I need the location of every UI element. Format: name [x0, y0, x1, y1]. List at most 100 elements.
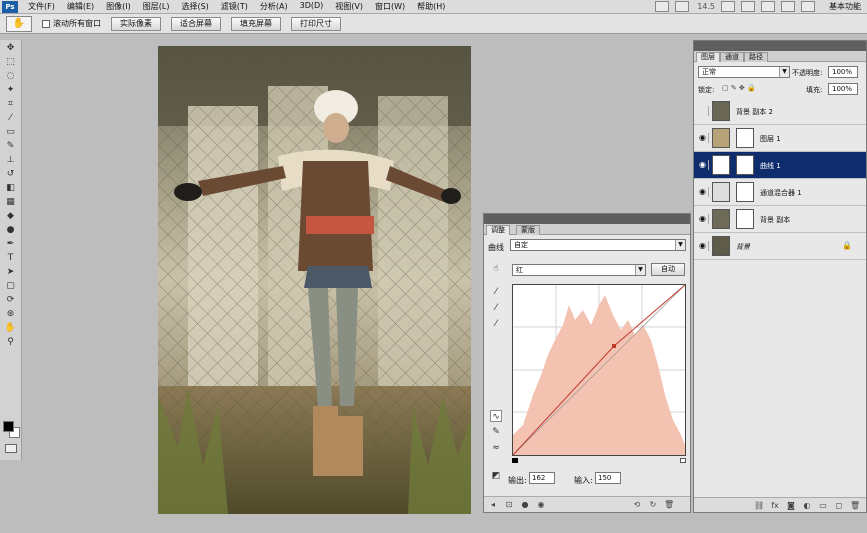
move-tool-icon[interactable]: ✥: [4, 43, 18, 54]
zoom-level[interactable]: 14.5: [697, 2, 715, 11]
white-slider[interactable]: [680, 458, 686, 463]
curves-graph[interactable]: [512, 284, 686, 456]
marquee-tool-icon[interactable]: ⬚: [4, 57, 18, 68]
visibility-empty-icon[interactable]: [697, 106, 709, 116]
dodge-tool-icon[interactable]: ●: [4, 225, 18, 236]
menu-view[interactable]: 视图(V): [335, 1, 363, 12]
smooth-curve-icon[interactable]: ≈: [490, 442, 502, 454]
output-field[interactable]: 162: [529, 472, 555, 484]
preset-select[interactable]: 自定 ▼: [510, 239, 686, 251]
delete-icon[interactable]: 🗑: [664, 500, 674, 509]
pen-tool-icon[interactable]: ✒: [4, 239, 18, 250]
quick-mask-icon[interactable]: [5, 444, 17, 453]
layer-row-selected[interactable]: ◉ 曲线 1: [694, 152, 866, 179]
zoom-tool-icon[interactable]: ⚲: [4, 337, 18, 348]
expand-view-icon[interactable]: ⊡: [504, 500, 514, 509]
foreground-color-swatch[interactable]: [3, 421, 14, 432]
fit-screen-button[interactable]: 适合屏幕: [171, 16, 221, 31]
lasso-tool-icon[interactable]: ◌: [4, 71, 18, 82]
new-layer-icon[interactable]: ◻: [834, 501, 844, 510]
shape-tool-icon[interactable]: ▢: [4, 281, 18, 292]
curve-control-point[interactable]: [612, 344, 616, 348]
blur-tool-icon[interactable]: ◆: [4, 211, 18, 222]
menu-file[interactable]: 文件(F): [28, 1, 55, 12]
lock-options-icon[interactable]: ▢ ✎ ✥ 🔒: [722, 84, 756, 92]
hand-tool-icon[interactable]: [721, 1, 735, 12]
menu-image[interactable]: 图像(I): [106, 1, 131, 12]
path-select-tool-icon[interactable]: ➤: [4, 267, 18, 278]
zoom-tool-icon[interactable]: [741, 1, 755, 12]
black-slider[interactable]: [512, 458, 518, 463]
type-tool-icon[interactable]: T: [4, 253, 18, 264]
workspace-switcher[interactable]: 基本功能: [829, 1, 861, 12]
hand-tool-preset[interactable]: ✋: [6, 15, 32, 32]
fill-field[interactable]: 100%: [828, 83, 858, 95]
scroll-all-windows-checkbox[interactable]: 滚动所有窗口: [42, 18, 101, 29]
eye-icon[interactable]: ◉: [697, 214, 709, 224]
curve-edit-icon[interactable]: ∿: [490, 410, 502, 422]
crop-tool-icon[interactable]: ⌗: [4, 99, 18, 110]
blend-mode-select[interactable]: 正常 ▼: [698, 66, 790, 78]
eye-icon[interactable]: ◉: [697, 160, 709, 170]
arrange-documents-icon[interactable]: [781, 1, 795, 12]
eye-icon[interactable]: ◉: [697, 187, 709, 197]
new-adjustment-icon[interactable]: ◐: [802, 501, 812, 510]
magic-wand-tool-icon[interactable]: ✦: [4, 85, 18, 96]
pencil-draw-icon[interactable]: ✎: [490, 426, 502, 438]
menu-3d[interactable]: 3D(D): [300, 1, 324, 12]
view-extras-icon[interactable]: [675, 1, 690, 12]
opacity-field[interactable]: 100%: [828, 66, 858, 78]
view-previous-icon[interactable]: ⟲: [632, 500, 642, 509]
tab-layers[interactable]: 图层: [696, 52, 720, 62]
clone-stamp-tool-icon[interactable]: ⊥: [4, 155, 18, 166]
gradient-tool-icon[interactable]: ▦: [4, 197, 18, 208]
clip-layer-icon[interactable]: ●: [520, 500, 530, 509]
document-canvas[interactable]: [158, 46, 471, 514]
menu-edit[interactable]: 编辑(E): [67, 1, 94, 12]
menu-help[interactable]: 帮助(H): [417, 1, 445, 12]
hand-tool-icon[interactable]: ✋: [4, 323, 18, 334]
screen-mode-icon[interactable]: [801, 1, 815, 12]
menu-select[interactable]: 选择(S): [181, 1, 208, 12]
add-mask-icon[interactable]: ◙: [786, 501, 796, 510]
menu-filter[interactable]: 滤镜(T): [221, 1, 248, 12]
back-icon[interactable]: ◂: [488, 500, 498, 509]
eyedropper-tool-icon[interactable]: ⁄: [4, 113, 18, 124]
layer-row[interactable]: ◉ 通道混合器 1: [694, 179, 866, 206]
link-layers-icon[interactable]: ⛓: [754, 501, 764, 510]
clipping-icon[interactable]: ◩: [490, 470, 502, 482]
checkbox-box[interactable]: [42, 19, 50, 28]
rotate-view-icon[interactable]: [761, 1, 775, 12]
reset-icon[interactable]: ↻: [648, 500, 658, 509]
input-field[interactable]: 150: [595, 472, 621, 484]
target-adjust-icon[interactable]: ☝: [490, 263, 502, 275]
tab-channels[interactable]: 通道: [720, 52, 744, 62]
trash-icon[interactable]: 🗑: [850, 501, 860, 510]
brush-tool-icon[interactable]: ✎: [4, 141, 18, 152]
tab-paths[interactable]: 路径: [744, 52, 768, 62]
black-point-eyedropper-icon[interactable]: ⁄: [490, 286, 502, 298]
layers-titlebar[interactable]: [694, 41, 866, 51]
fill-screen-button[interactable]: 填充屏幕: [231, 16, 281, 31]
bridge-icon[interactable]: [655, 1, 670, 12]
fx-icon[interactable]: fx: [770, 501, 780, 510]
tab-masks[interactable]: 蒙版: [516, 225, 540, 235]
eye-icon[interactable]: ◉: [697, 241, 709, 251]
menu-window[interactable]: 窗口(W): [375, 1, 405, 12]
new-group-icon[interactable]: ▭: [818, 501, 828, 510]
menu-layer[interactable]: 图层(L): [143, 1, 170, 12]
history-brush-tool-icon[interactable]: ↺: [4, 169, 18, 180]
gray-point-eyedropper-icon[interactable]: ⁄: [490, 302, 502, 314]
adjustments-titlebar[interactable]: [484, 214, 690, 224]
menu-analysis[interactable]: 分析(A): [260, 1, 288, 12]
layer-row[interactable]: 背景 副本 2: [694, 98, 866, 125]
channel-select[interactable]: 红 ▼: [512, 264, 646, 276]
visibility-eye-icon[interactable]: ◉: [536, 500, 546, 509]
layer-row[interactable]: ◉ 背景 🔒: [694, 233, 866, 260]
white-point-eyedropper-icon[interactable]: ⁄: [490, 318, 502, 330]
layer-row[interactable]: ◉ 背景 副本: [694, 206, 866, 233]
tab-adjustments[interactable]: 调整: [486, 225, 510, 235]
layer-row[interactable]: ◉ 图层 1: [694, 125, 866, 152]
print-size-button[interactable]: 打印尺寸: [291, 16, 341, 31]
auto-button[interactable]: 自动: [651, 263, 685, 276]
